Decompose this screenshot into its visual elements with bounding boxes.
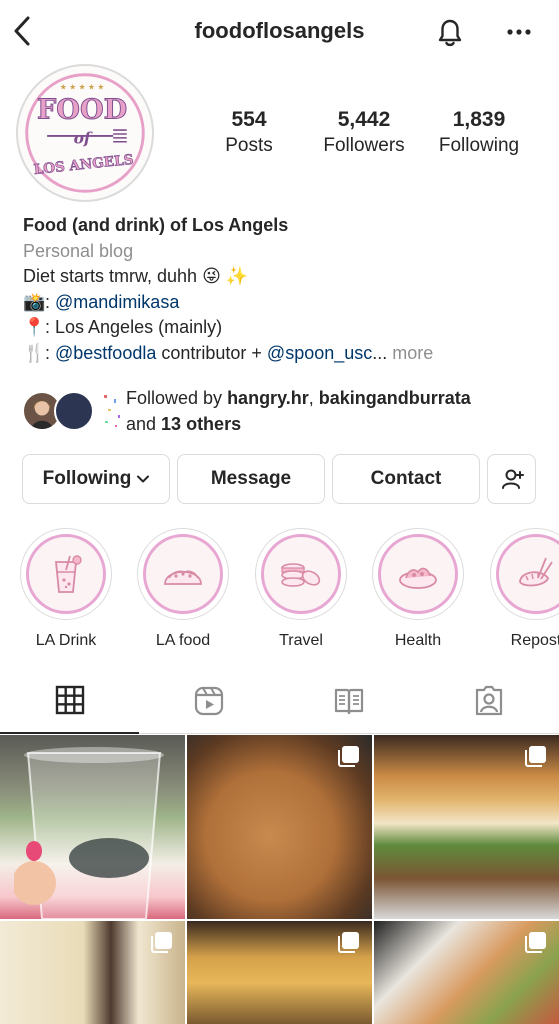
post-thumbnail[interactable]	[374, 921, 559, 1024]
posts-grid	[0, 735, 559, 1024]
highlight-label: LA food	[155, 632, 211, 649]
followed-by-sep: ,	[308, 388, 319, 408]
followed-by-text[interactable]: Followed by hangry.hr, bakingandburrata …	[126, 385, 546, 437]
multiple-photos-icon	[525, 932, 546, 953]
profile-bio: Food (and drink) of Los Angels Personal …	[23, 213, 543, 366]
confetti-icon	[104, 395, 120, 427]
mutual-avatar-2	[54, 391, 94, 431]
highlight-label: LA Drink	[35, 632, 97, 649]
dumpling-icon	[519, 557, 553, 587]
following-button[interactable]: Following	[22, 454, 170, 504]
highlight-label: Repost	[510, 632, 559, 649]
post-thumbnail[interactable]	[0, 921, 185, 1024]
following-stat[interactable]: 1,839 Following	[430, 107, 528, 159]
following-button-label: Following	[42, 468, 132, 489]
post-thumbnail[interactable]	[187, 921, 372, 1024]
mutual-followers-avatars[interactable]	[22, 389, 122, 433]
bio-line-2-prefix: :	[45, 291, 56, 312]
message-button[interactable]: Message	[177, 454, 325, 504]
followed-by-and: and	[126, 414, 162, 434]
more-horizontal-icon[interactable]	[504, 18, 534, 46]
profile-category: Personal blog	[23, 240, 134, 261]
message-button-label: Message	[210, 468, 292, 489]
highlight-health[interactable]: Health	[370, 528, 466, 650]
multiple-photos-icon	[151, 932, 172, 953]
contact-button[interactable]: Contact	[332, 454, 480, 504]
posts-count: 554	[231, 108, 267, 131]
bio-line-4: 🍴: @bestfoodla contributor + @spoon_usc.…	[23, 341, 543, 367]
mention-link-bestfoodla[interactable]: @bestfoodla	[55, 343, 156, 363]
highlight-la-food[interactable]: LA food	[135, 528, 231, 650]
grid-icon	[55, 685, 84, 715]
highlight-ring	[490, 528, 559, 620]
mention-link-mandimikasa[interactable]: @mandimikasa	[55, 292, 179, 312]
tab-reels[interactable]	[139, 668, 278, 734]
followers-count: 5,442	[337, 108, 391, 131]
add-user-icon	[501, 469, 524, 489]
multiple-photos-icon	[338, 932, 359, 953]
followers-label: Followers	[323, 135, 405, 156]
contact-button-label: Contact	[370, 468, 442, 489]
highlight-ring	[372, 528, 464, 620]
followers-stat[interactable]: 5,442 Followers	[314, 107, 414, 159]
salad-icon	[399, 567, 437, 589]
bio-line-1-text: Diet starts tmrw, duhh	[23, 266, 198, 286]
reels-icon	[194, 686, 223, 716]
display-name: Food (and drink) of Los Angels	[23, 215, 289, 235]
highlight-ring	[20, 528, 112, 620]
highlight-la-drink[interactable]: LA Drink	[18, 528, 114, 650]
bio-line-2: 📸: @mandimikasa	[23, 290, 543, 316]
tab-tagged[interactable]	[419, 668, 558, 734]
bio-more-link[interactable]: more	[392, 343, 433, 363]
following-count: 1,839	[452, 108, 506, 131]
taco-icon	[164, 570, 202, 585]
highlight-repost[interactable]: Repost	[488, 528, 559, 650]
mention-link-spoon-usc[interactable]: @spoon_usc	[267, 343, 372, 363]
multiple-photos-icon	[525, 746, 546, 767]
suggested-users-button[interactable]	[487, 454, 536, 504]
highlight-label: Health	[394, 632, 442, 649]
followed-by-user-2[interactable]: bakingandburrata	[319, 388, 471, 408]
following-label: Following	[438, 135, 520, 156]
highlight-travel[interactable]: Travel	[253, 528, 349, 650]
post-thumbnail[interactable]	[0, 735, 185, 919]
svg-text:★ ★ ★ ★ ★: ★ ★ ★ ★ ★	[60, 82, 105, 91]
followed-by-user-1[interactable]: hangry.hr	[227, 388, 309, 408]
chevron-down-icon	[137, 475, 150, 483]
drink-icon	[55, 555, 82, 593]
location-pin-icon: 📍	[23, 317, 46, 337]
profile-avatar[interactable]: ★ ★ ★ ★ ★ FOOD of LOS ANGELS	[16, 64, 154, 202]
camera-flash-icon: 📸	[23, 291, 46, 312]
post-thumbnail[interactable]	[374, 735, 559, 919]
iced-drink-photo	[14, 747, 164, 919]
followed-by-prefix: Followed by	[126, 388, 228, 408]
bio-line-3: 📍: Los Angeles (mainly)	[23, 315, 543, 341]
top-bar: foodoflosangels	[0, 0, 559, 64]
highlight-ring	[255, 528, 347, 620]
tab-guides[interactable]	[279, 668, 418, 734]
highlight-ring	[137, 528, 229, 620]
tab-posts[interactable]	[0, 668, 139, 734]
bio-line-1-emojis: 😜 ✨	[202, 266, 249, 286]
avatar-logo-of: of	[74, 129, 93, 148]
profile-username: foodoflosangels	[194, 18, 365, 43]
bio-line-4-prefix: :	[45, 342, 56, 363]
bio-line-4-mid: contributor +	[156, 342, 267, 363]
avatar-logo-food: FOOD	[37, 93, 127, 125]
fork-knife-icon: 🍴	[23, 342, 46, 363]
multiple-photos-icon	[338, 746, 359, 767]
bell-icon[interactable]	[432, 14, 468, 50]
posts-stat[interactable]: 554 Posts	[209, 107, 289, 159]
bio-ellipsis: ...	[372, 342, 388, 363]
highlight-label: Travel	[279, 632, 323, 649]
bio-line-1: Diet starts tmrw, duhh 😜 ✨	[23, 264, 543, 290]
post-thumbnail[interactable]	[187, 735, 372, 919]
tagged-user-icon	[475, 685, 502, 716]
followed-by-others[interactable]: 13 others	[161, 414, 241, 434]
macaron-icon	[281, 563, 321, 587]
guide-book-icon	[334, 688, 363, 715]
bio-line-3-text: : Los Angeles (mainly)	[45, 317, 223, 337]
posts-label: Posts	[225, 135, 273, 156]
profile-tabs	[0, 668, 559, 734]
